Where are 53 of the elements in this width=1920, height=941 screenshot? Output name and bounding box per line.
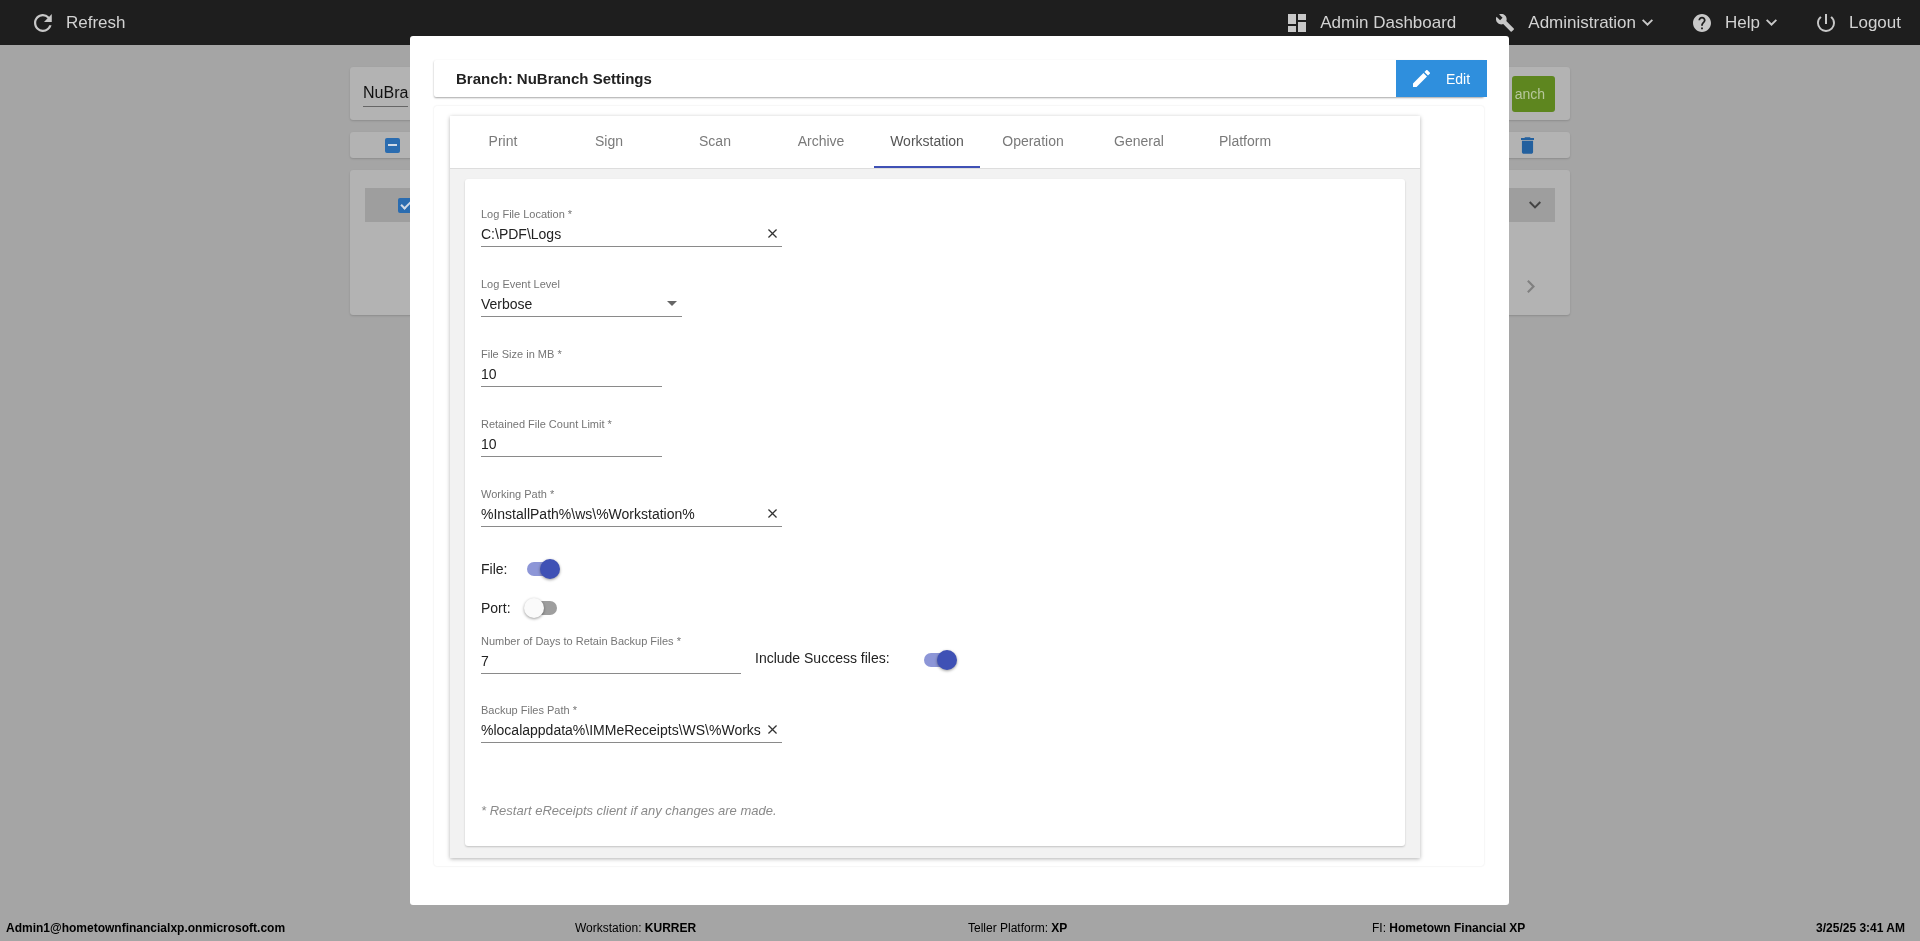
chevron-down-icon[interactable]: [1529, 201, 1541, 209]
branch-field[interactable]: NuBra: [363, 80, 409, 107]
tab[interactable]: Operation: [980, 116, 1086, 168]
input-field[interactable]: 7: [481, 648, 741, 674]
tab[interactable]: Print: [450, 116, 556, 168]
nav-link[interactable]: Administration: [1496, 7, 1654, 38]
toggle-switch[interactable]: [527, 601, 557, 615]
footnote-text: * Restart eReceipts client if any changes are made.: [481, 803, 778, 818]
toggle-label: Include Success files:: [755, 650, 890, 666]
refresh-icon: [34, 13, 52, 32]
status-text: Admin1@hometownfinancialxp.onmicrosoft.com: [6, 921, 287, 935]
field-label: Log Event Level: [481, 277, 560, 291]
input-field[interactable]: %localappdata%\IMMeReceipts\WS\%Works: [481, 717, 782, 743]
nav-link[interactable]: Refresh: [34, 7, 126, 38]
status-text: FI: Hometown Financial XP: [1372, 921, 1526, 935]
input-field[interactable]: C:\PDF\Logs: [481, 221, 782, 247]
toggle-label: Port:: [481, 600, 512, 616]
help-icon: [1693, 13, 1712, 32]
nav-link[interactable]: Logout: [1817, 7, 1901, 38]
status-text: Teller Platform: XP: [968, 921, 1069, 935]
clear-icon[interactable]: [768, 509, 777, 518]
tab[interactable]: Scan: [662, 116, 768, 168]
tab[interactable]: Archive: [768, 116, 874, 168]
toggle-switch[interactable]: [527, 562, 557, 576]
input-field[interactable]: 10: [481, 431, 662, 457]
input-field[interactable]: %InstallPath%\ws\%Workstation%: [481, 501, 782, 527]
nav-link[interactable]: Help: [1693, 7, 1777, 38]
nav-link[interactable]: Admin Dashboard: [1288, 7, 1457, 38]
tab[interactable]: Sign: [556, 116, 662, 168]
status-text: Workstation: KURRER: [575, 921, 698, 935]
power-icon: [1817, 13, 1835, 32]
toggle-label: File:: [481, 561, 509, 577]
input-field[interactable]: 10: [481, 361, 662, 387]
tab[interactable]: General: [1086, 116, 1192, 168]
clear-icon[interactable]: [768, 725, 777, 734]
dialog-title: Branch: NuBranch Settings: [455, 70, 652, 87]
field-label: Retained File Count Limit *: [481, 417, 612, 431]
field-label: File Size in MB *: [481, 347, 562, 361]
status-text: 3/25/25 3:41 AM: [1816, 921, 1905, 935]
field-label: Backup Files Path *: [481, 703, 577, 717]
select-field[interactable]: Verbose: [481, 291, 682, 317]
pencil-icon: [1412, 70, 1430, 87]
toggle-switch[interactable]: [923, 653, 954, 667]
wrench-icon: [1496, 13, 1515, 32]
dashboard-icon: [1288, 13, 1307, 32]
field-label: Working Path *: [481, 487, 555, 501]
field-label: Log File Location *: [481, 207, 573, 221]
trash-icon[interactable]: [1521, 136, 1534, 154]
clear-icon[interactable]: [768, 229, 777, 238]
checkbox[interactable]: [385, 137, 400, 153]
field-label: Number of Days to Retain Backup Files *: [481, 634, 681, 648]
tab[interactable]: Platform: [1192, 116, 1298, 168]
caret-icon: [667, 301, 677, 306]
